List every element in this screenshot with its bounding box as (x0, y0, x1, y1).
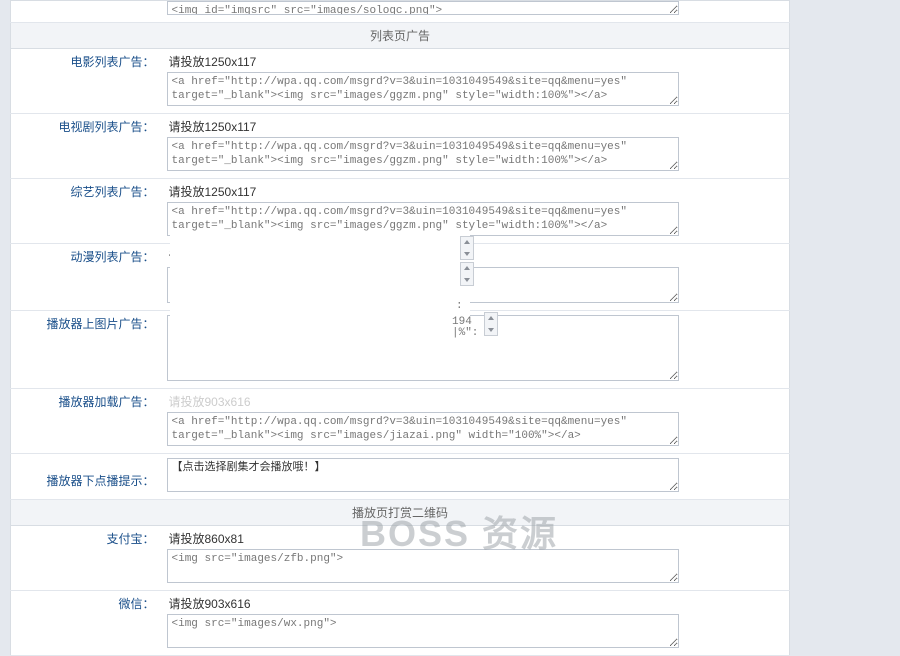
label-player-tip: 播放器下点播提示： (11, 454, 161, 500)
label-tv-list-ad: 电视剧列表广告： (11, 114, 161, 179)
textarea-tv-list-ad[interactable] (167, 137, 679, 171)
textarea-player-tip[interactable] (167, 458, 679, 492)
label-alipay: 支付宝： (11, 526, 161, 591)
label-variety-list-ad: 综艺列表广告： (11, 179, 161, 244)
hint-movie: 请投放1250x117 (167, 53, 784, 70)
textarea-variety-list-ad[interactable] (167, 202, 679, 236)
hint-alipay: 请投放860x81 (167, 530, 784, 547)
glitch-frag-2: |%": (452, 327, 478, 339)
glitch-colon: : (456, 300, 463, 312)
top-stub-textarea[interactable] (167, 1, 679, 15)
hint-player-load: 请投放903x616 (167, 393, 784, 410)
section-header-qrcode: 播放页打赏二维码 (11, 500, 790, 526)
glitch-scrollbar-1 (460, 236, 474, 260)
hint-tv: 请投放1250x117 (167, 118, 784, 135)
textarea-movie-list-ad[interactable] (167, 72, 679, 106)
label-anime-list-ad: 动漫列表广告： (11, 244, 161, 311)
textarea-player-load-ad[interactable] (167, 412, 679, 446)
hint-variety: 请投放1250x117 (167, 183, 784, 200)
label-movie-list-ad: 电影列表广告： (11, 49, 161, 114)
label-wechat: 微信： (11, 591, 161, 656)
label-player-load-ad: 播放器加载广告： (11, 389, 161, 454)
occlusion-block (170, 233, 470, 358)
glitch-scrollbar-3 (484, 312, 498, 336)
textarea-wechat[interactable] (167, 614, 679, 648)
textarea-alipay[interactable] (167, 549, 679, 583)
hint-wechat: 请投放903x616 (167, 595, 784, 612)
glitch-scrollbar-2 (460, 262, 474, 286)
section-header-list: 列表页广告 (11, 23, 790, 49)
label-player-top-img-ad: 播放器上图片广告： (11, 311, 161, 389)
